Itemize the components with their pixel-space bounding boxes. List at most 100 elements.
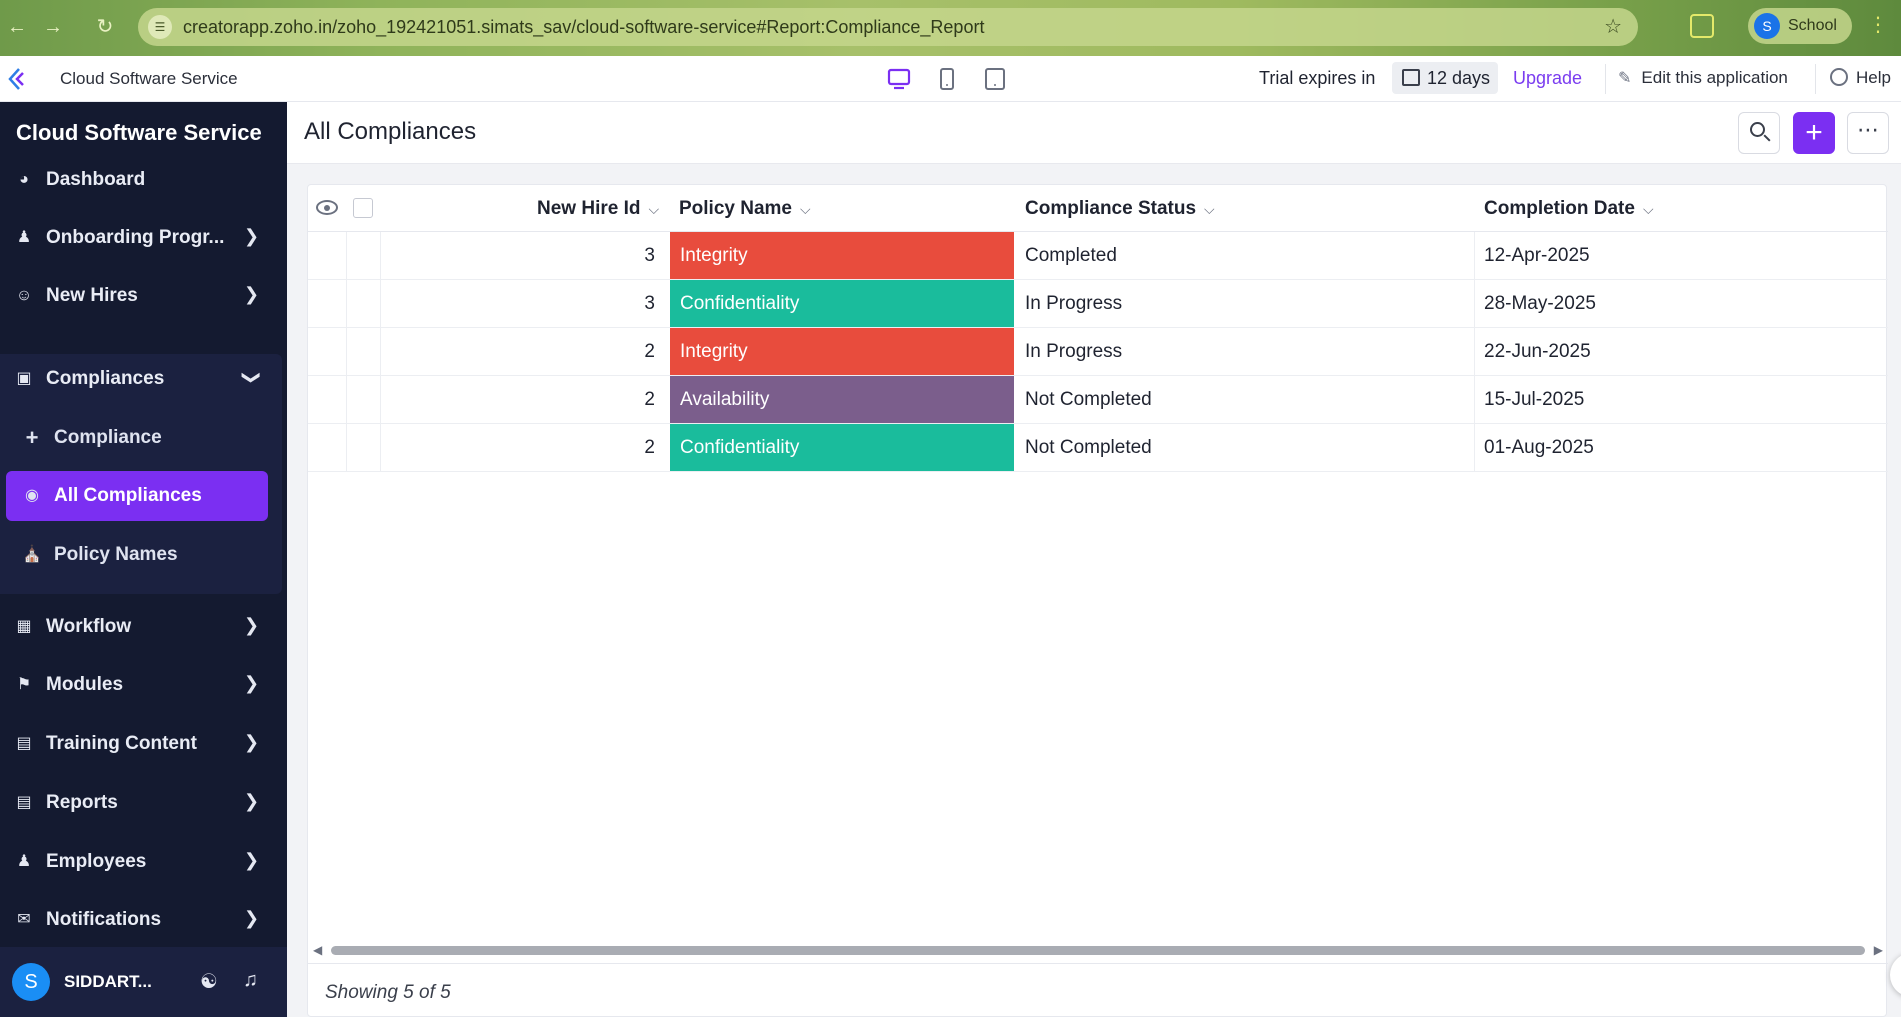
cell-compliance-status[interactable]: In Progress [1025,280,1465,327]
reload-icon[interactable]: ↻ [92,14,118,40]
sidebar-item-label: Workflow [46,616,132,637]
sidebar-item-notifications[interactable]: ✉ Notifications ❯ [0,895,287,945]
sidebar-item-compliances[interactable]: ▣ Compliances ❯ [0,354,282,404]
sidebar-item-modules[interactable]: ⚑ Modules ❯ [0,660,287,710]
help-button[interactable]: Help [1830,68,1891,88]
cell-policy-name[interactable]: Integrity [670,328,1014,375]
accessibility-icon[interactable]: ☯ [200,969,218,994]
bell-icon[interactable]: ♫ [243,969,258,992]
cell-new-hire-id[interactable]: 2 [388,376,655,423]
scrollbar-thumb[interactable] [331,946,1865,955]
cell-policy-name[interactable]: Integrity [670,232,1014,279]
cell-new-hire-id[interactable]: 2 [388,424,655,471]
browser-menu-icon[interactable]: ⋮ [1868,12,1888,37]
chart-icon: ▤ [16,794,32,811]
grid-header-row: New Hire Id ⌵ Policy Name ⌵ Compliance Sta… [308,185,1888,232]
trial-days-badge: 12 days [1392,62,1498,94]
cell-policy-name[interactable]: Availability [670,376,1014,423]
chevron-down-icon: ⌵ [800,201,811,217]
column-header-completion-date[interactable]: Completion Date ⌵ [1484,198,1654,220]
add-record-button[interactable]: + [1793,112,1835,154]
sidebar-subitem-compliance[interactable]: + Compliance [6,413,268,463]
header-divider [1815,64,1816,94]
chevron-right-icon: ❯ [244,284,260,304]
upgrade-link[interactable]: Upgrade [1513,68,1582,89]
chevron-right-icon: ❯ [244,226,260,246]
sidebar-item-employees[interactable]: ♟ Employees ❯ [0,837,287,887]
extension-icon[interactable] [1690,14,1714,38]
sidebar-item-label: Employees [46,851,147,872]
tablet-view-icon[interactable] [982,65,1008,93]
mail-icon: ✉ [17,911,31,928]
forward-icon[interactable]: → [40,14,66,40]
cell-compliance-status[interactable]: In Progress [1025,328,1465,375]
cell-completion-date[interactable]: 22-Jun-2025 [1484,328,1874,375]
back-icon[interactable]: ← [4,14,30,40]
column-header-compliance-status[interactable]: Compliance Status ⌵ [1025,198,1215,220]
sidebar-item-label: Dashboard [46,169,146,190]
cell-completion-date[interactable]: 15-Jul-2025 [1484,376,1874,423]
sidebar-item-reports[interactable]: ▤ Reports ❯ [0,778,287,828]
table-row[interactable]: 3 Confidentiality In Progress 28-May-2025 [308,280,1888,328]
sidebar-subitem-policy-names[interactable]: ⛪ Policy Names [6,530,268,580]
table-row[interactable]: 3 Integrity Completed 12-Apr-2025 [308,232,1888,280]
scroll-left-icon[interactable]: ◀ [313,943,322,957]
globe-icon: ◉ [25,487,39,504]
row-divider [1474,424,1475,471]
cell-completion-date[interactable]: 12-Apr-2025 [1484,232,1874,279]
table-row[interactable]: 2 Integrity In Progress 22-Jun-2025 [308,328,1888,376]
grid-footer: Showing 5 of 5 [308,963,1888,1017]
cell-compliance-status[interactable]: Completed [1025,232,1465,279]
row-divider [380,232,381,279]
user-name[interactable]: SIDDART... [64,972,152,992]
cell-compliance-status[interactable]: Not Completed [1025,376,1465,423]
sidebar-item-dashboard[interactable]: ◕ Dashboard [0,155,287,205]
sidebar-item-new-hires[interactable]: ☺ New Hires ❯ [0,271,287,321]
profile-button[interactable]: S School [1748,8,1852,44]
sidebar-item-training-content[interactable]: ▤ Training Content ❯ [0,719,287,769]
plus-icon: + [1805,116,1823,149]
cell-new-hire-id[interactable]: 3 [388,280,655,327]
content-icon: ▤ [16,735,32,752]
person-icon: ♟ [16,229,32,246]
search-button[interactable] [1738,112,1780,154]
bookmark-star-icon[interactable]: ☆ [1604,14,1622,39]
flag-icon: ⚑ [16,676,32,693]
desktop-view-icon[interactable] [886,65,912,93]
site-info-icon[interactable]: ☰ [148,15,172,39]
address-bar[interactable]: ☰ creatorapp.zoho.in/zoho_192421051.sima… [138,8,1638,46]
calendar-icon [1402,69,1420,86]
sidebar-subitem-all-compliances[interactable]: ◉ All Compliances [6,471,268,521]
sidebar-item-onboarding-progress[interactable]: ♟ Onboarding Progr... ❯ [0,213,287,263]
row-divider [1474,328,1475,375]
zoho-creator-logo-icon[interactable] [6,66,32,92]
more-options-button[interactable]: ⋯ [1847,112,1889,154]
cell-policy-name[interactable]: Confidentiality [670,424,1014,471]
chevron-right-icon: ❯ [244,850,260,870]
select-all-checkbox[interactable] [353,198,373,218]
table-row[interactable]: 2 Confidentiality Not Completed 01-Aug-2025 [308,424,1888,472]
scroll-right-icon[interactable]: ▶ [1874,943,1883,957]
ai-sparkle-button[interactable]: ✦ [1890,953,1901,997]
url-text[interactable]: creatorapp.zoho.in/zoho_192421051.simats… [183,17,984,38]
table-row[interactable]: 2 Availability Not Completed 15-Jul-2025 [308,376,1888,424]
cell-policy-name[interactable]: Confidentiality [670,280,1014,327]
horizontal-scrollbar[interactable]: ◀ ▶ [313,943,1883,957]
edit-application-button[interactable]: ✎ Edit this application [1618,68,1788,88]
cell-completion-date[interactable]: 28-May-2025 [1484,280,1874,327]
user-avatar[interactable]: S [12,963,50,1001]
cell-new-hire-id[interactable]: 2 [388,328,655,375]
sidebar-item-workflow[interactable]: ▦ Workflow ❯ [0,602,287,652]
chevron-right-icon: ❯ [244,908,260,928]
row-divider [380,328,381,375]
column-header-policy-name[interactable]: Policy Name ⌵ [679,198,811,220]
cell-compliance-status[interactable]: Not Completed [1025,424,1465,471]
sidebar-title: Cloud Software Service [16,120,262,145]
page-title: All Compliances [304,118,477,145]
eye-icon[interactable] [316,200,338,215]
cell-completion-date[interactable]: 01-Aug-2025 [1484,424,1874,471]
mobile-view-icon[interactable] [934,65,960,93]
column-header-new-hire-id[interactable]: New Hire Id ⌵ [537,198,659,220]
sidebar-subitem-label: Compliance [54,427,162,448]
cell-new-hire-id[interactable]: 3 [388,232,655,279]
